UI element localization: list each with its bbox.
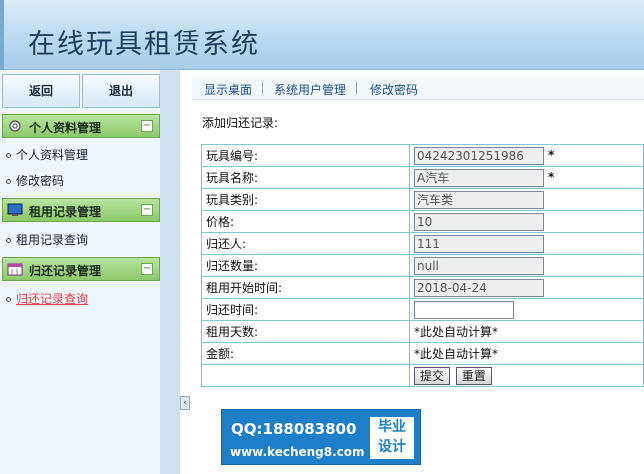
header-edge bbox=[0, 0, 4, 70]
top-nav: 显示桌面 系统用户管理 修改密码 bbox=[192, 76, 644, 100]
form-row: 租用开始时间: 2018-04-24 bbox=[201, 276, 644, 299]
collapse-icon[interactable]: − bbox=[141, 204, 153, 216]
field-label: 归还人: bbox=[201, 232, 410, 255]
app-header: 在线玩具租赁系统 bbox=[0, 0, 644, 70]
form-actions-row: 提交 重置 bbox=[201, 364, 644, 387]
returner-field[interactable]: 111 bbox=[414, 234, 544, 253]
field-label: 金额: bbox=[201, 342, 410, 365]
form-row: 玩具类别: 汽车类 bbox=[201, 188, 644, 211]
empty-cell bbox=[201, 364, 410, 387]
collapse-icon[interactable]: − bbox=[141, 263, 153, 275]
field-cell: 04242301251986 * bbox=[409, 144, 644, 167]
monitor-icon bbox=[7, 203, 23, 216]
sidebar-item-label: 租用记录查询 bbox=[16, 233, 89, 247]
field-cell: A汽车 * bbox=[409, 166, 644, 189]
field-cell: 汽车类 bbox=[409, 188, 644, 211]
sidebar-item-label: 个人资料管理 bbox=[16, 148, 89, 162]
submit-button[interactable]: 提交 bbox=[414, 366, 451, 385]
field-label: 租用开始时间: bbox=[201, 276, 410, 299]
watermark-qq: QQ:188083800 bbox=[231, 420, 357, 438]
badge-line: 毕业 bbox=[378, 419, 406, 435]
actions-cell: 提交 重置 bbox=[409, 364, 644, 387]
form-row: 玩具编号: 04242301251986 * bbox=[201, 144, 644, 167]
calendar-icon bbox=[7, 263, 23, 276]
required-mark: * bbox=[548, 170, 555, 184]
back-button[interactable]: 返回 bbox=[2, 74, 80, 108]
menu-group-label: 个人资料管理 bbox=[29, 121, 102, 135]
menu-group-label: 租用记录管理 bbox=[29, 205, 102, 219]
field-cell bbox=[409, 298, 644, 321]
bullet-icon bbox=[6, 297, 11, 302]
watermark-badge: 毕业 设计 bbox=[370, 417, 414, 459]
rental-start-field[interactable]: 2018-04-24 bbox=[414, 278, 544, 297]
field-cell: 2018-04-24 bbox=[409, 276, 644, 299]
sidebar: 返回 退出 个人资料管理 − 个人资料管理 修改密码 租用记录管理 − 租用记录… bbox=[0, 70, 180, 474]
form-title: 添加归还记录: bbox=[202, 116, 279, 130]
bullet-icon bbox=[6, 179, 11, 184]
field-label: 租用天数: bbox=[201, 320, 410, 343]
watermark-banner: QQ:188083800 www.kecheng8.com 毕业 设计 bbox=[221, 409, 421, 465]
toy-category-field[interactable]: 汽车类 bbox=[414, 190, 544, 209]
reset-button[interactable]: 重置 bbox=[455, 366, 492, 385]
form-row: 玩具名称: A汽车 * bbox=[201, 166, 644, 189]
sidebar-item-label: 归还记录查询 bbox=[16, 292, 89, 306]
collapse-icon[interactable]: − bbox=[141, 120, 153, 132]
amount-auto: *此处自动计算* bbox=[409, 342, 644, 365]
field-cell: 111 bbox=[409, 232, 644, 255]
menu-group-profile[interactable]: 个人资料管理 − bbox=[2, 114, 160, 138]
sidebar-item-label: 修改密码 bbox=[16, 174, 65, 188]
field-cell: null bbox=[409, 254, 644, 277]
logout-button[interactable]: 退出 bbox=[82, 74, 160, 108]
menu-group-label: 归还记录管理 bbox=[29, 264, 102, 278]
sidebar-rail bbox=[160, 70, 180, 474]
form-row: 归还人: 111 bbox=[201, 232, 644, 255]
form-row: 租用天数: *此处自动计算* bbox=[201, 320, 644, 343]
bullet-icon bbox=[6, 153, 11, 158]
field-label: 玩具名称: bbox=[201, 166, 410, 189]
badge-line: 设计 bbox=[378, 439, 406, 455]
field-label: 玩具编号: bbox=[201, 144, 410, 167]
nav-show-desktop[interactable]: 显示桌面 bbox=[204, 81, 252, 98]
field-cell: 10 bbox=[409, 210, 644, 233]
form-row: 归还数量: null bbox=[201, 254, 644, 277]
nav-divider bbox=[262, 82, 263, 94]
form-row: 金额: *此处自动计算* bbox=[201, 342, 644, 365]
sidebar-item-change-password[interactable]: 修改密码 bbox=[6, 172, 64, 189]
gear-icon bbox=[9, 120, 21, 132]
field-label: 价格: bbox=[201, 210, 410, 233]
return-record-form: 玩具编号: 04242301251986 * 玩具名称: A汽车 * 玩具类别: 汽… bbox=[201, 144, 644, 387]
toy-name-field[interactable]: A汽车 bbox=[414, 168, 544, 187]
required-mark: * bbox=[548, 148, 555, 162]
bullet-icon bbox=[6, 238, 11, 243]
price-field[interactable]: 10 bbox=[414, 212, 544, 231]
nav-system-users[interactable]: 系统用户管理 bbox=[274, 81, 346, 98]
watermark-site: www.kecheng8.com bbox=[230, 445, 365, 459]
form-row: 归还时间: bbox=[201, 298, 644, 321]
sidebar-item-rental-query[interactable]: 租用记录查询 bbox=[6, 231, 88, 248]
menu-group-return[interactable]: 归还记录管理 − bbox=[2, 257, 160, 281]
field-label: 玩具类别: bbox=[201, 188, 410, 211]
sidebar-item-profile[interactable]: 个人资料管理 bbox=[6, 146, 88, 163]
sidebar-top-buttons: 返回 退出 bbox=[2, 74, 160, 108]
menu-group-rental[interactable]: 租用记录管理 − bbox=[2, 198, 160, 222]
return-time-field[interactable] bbox=[414, 300, 514, 319]
sidebar-toggle-icon[interactable]: ‹ bbox=[180, 396, 190, 410]
form-row: 价格: 10 bbox=[201, 210, 644, 233]
field-label: 归还数量: bbox=[201, 254, 410, 277]
toy-id-field[interactable]: 04242301251986 bbox=[414, 146, 544, 165]
rental-days-auto: *此处自动计算* bbox=[409, 320, 644, 343]
app-title: 在线玩具租赁系统 bbox=[28, 29, 260, 60]
return-quantity-field[interactable]: null bbox=[414, 256, 544, 275]
field-label: 归还时间: bbox=[201, 298, 410, 321]
sidebar-item-return-query[interactable]: 归还记录查询 bbox=[6, 290, 88, 307]
nav-divider bbox=[356, 82, 357, 94]
nav-change-password[interactable]: 修改密码 bbox=[370, 81, 418, 98]
